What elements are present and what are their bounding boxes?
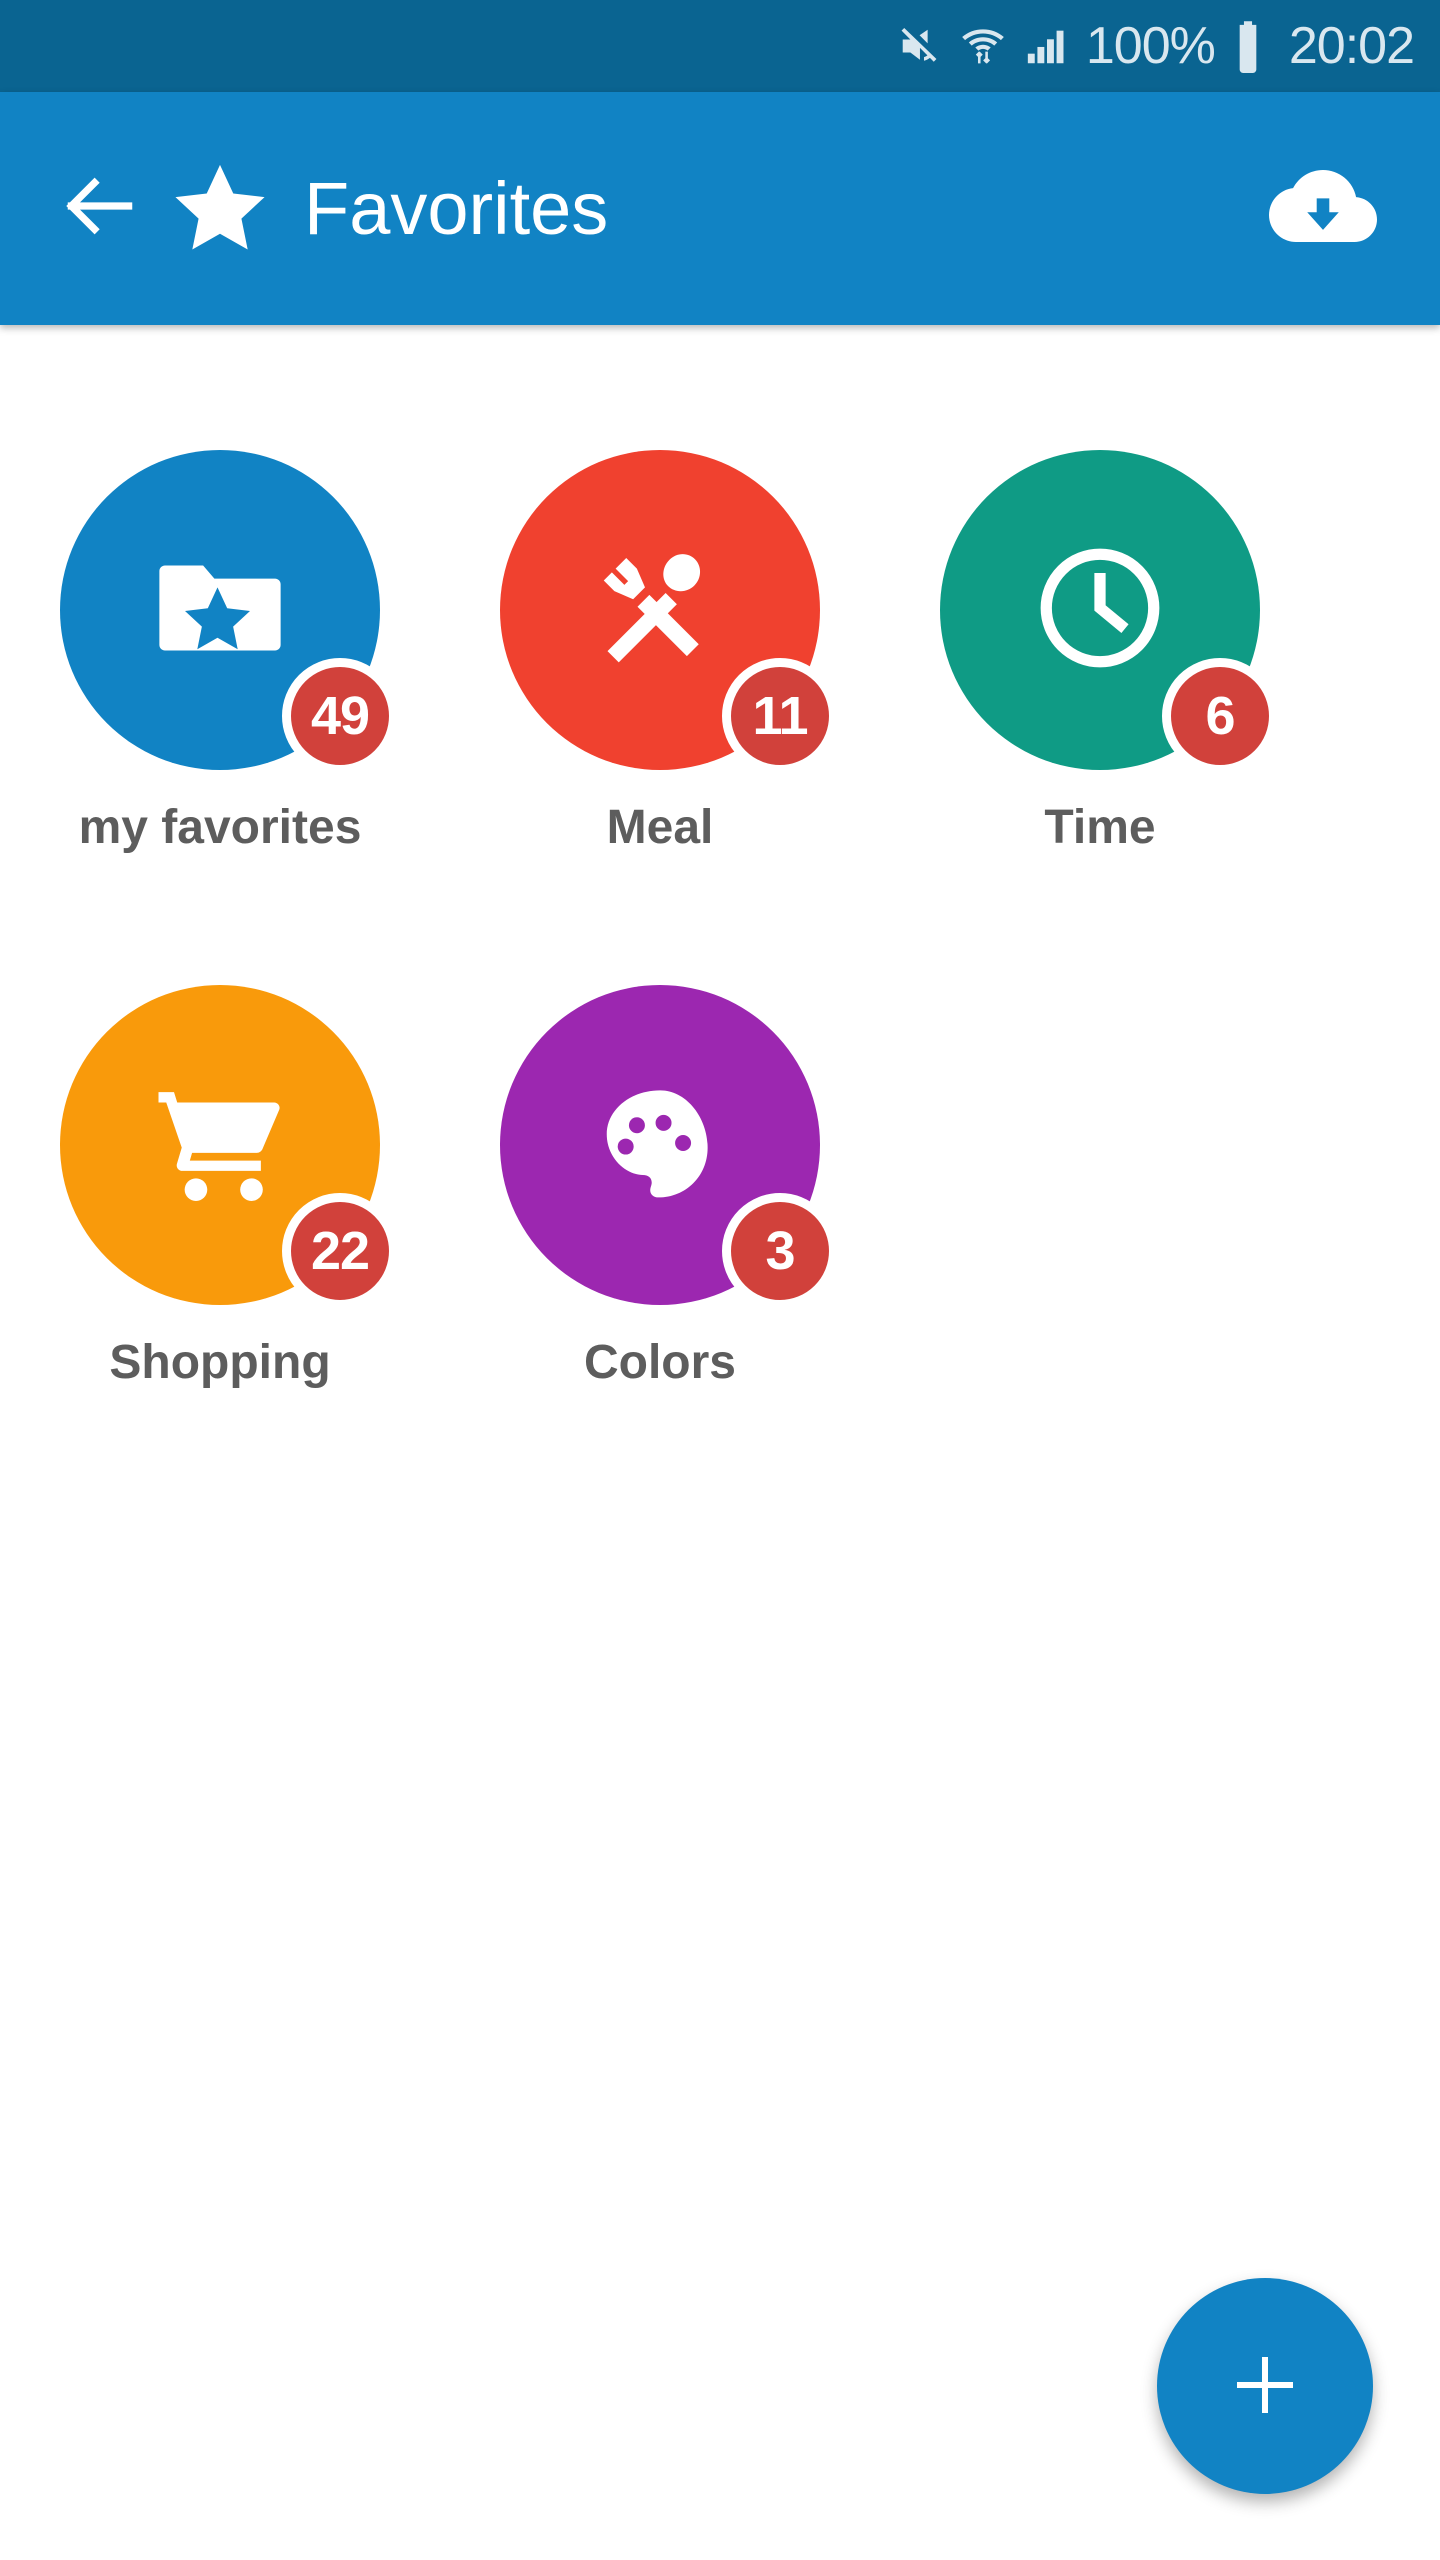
status-clock: 20:02	[1288, 17, 1415, 75]
icon-circle-wrapper: 22	[60, 985, 398, 1309]
app-screen: 100% 20:02 Favorites 49 my favorites 11 …	[0, 0, 1440, 2560]
grid-item-colors[interactable]: 3 Colors	[440, 975, 880, 1510]
grid-item-label: Meal	[606, 801, 714, 854]
favorites-grid: 49 my favorites 11 Meal 6 Time 22 Shoppi…	[0, 440, 1440, 1510]
icon-circle-wrapper: 49	[60, 450, 398, 774]
icon-circle-wrapper: 11	[500, 450, 838, 774]
cloud-download-button[interactable]	[1258, 144, 1388, 274]
page-title: Favorites	[304, 166, 609, 250]
badge-count: 22	[282, 1193, 398, 1309]
status-bar: 100% 20:02	[0, 0, 1440, 92]
add-button[interactable]	[1157, 2278, 1373, 2494]
grid-item-shopping[interactable]: 22 Shopping	[0, 975, 440, 1510]
badge-count: 11	[722, 658, 838, 774]
plus-icon	[1225, 2345, 1305, 2428]
badge-count: 49	[282, 658, 398, 774]
mute-icon	[896, 23, 942, 69]
folder-star-icon	[145, 533, 295, 688]
grid-item-label: Shopping	[109, 1336, 331, 1389]
badge-count: 3	[722, 1193, 838, 1309]
grid-item-time[interactable]: 6 Time	[880, 440, 1320, 975]
grid-item-my-favorites[interactable]: 49 my favorites	[0, 440, 440, 975]
shopping-cart-icon	[143, 1065, 298, 1225]
badge-count: 6	[1162, 658, 1278, 774]
battery-full-icon	[1233, 19, 1263, 73]
arrow-left-icon	[57, 163, 143, 254]
cloud-download-icon	[1269, 152, 1377, 265]
grid-item-label: Time	[1044, 801, 1156, 854]
back-button[interactable]	[40, 163, 160, 254]
star-icon	[166, 155, 274, 263]
grid-item-label: my favorites	[78, 801, 362, 854]
icon-circle-wrapper: 6	[940, 450, 1278, 774]
cellular-signal-icon	[1024, 23, 1070, 69]
cutlery-icon	[585, 533, 735, 688]
content-area: 49 my favorites 11 Meal 6 Time 22 Shoppi…	[0, 325, 1440, 2560]
wifi-transfer-icon	[958, 21, 1008, 71]
clock-icon	[1025, 533, 1175, 688]
grid-item-meal[interactable]: 11 Meal	[440, 440, 880, 975]
palette-icon	[589, 1072, 731, 1219]
battery-percent-label: 100%	[1085, 17, 1216, 75]
app-bar: Favorites	[0, 92, 1440, 325]
grid-item-label: Colors	[583, 1336, 736, 1389]
icon-circle-wrapper: 3	[500, 985, 838, 1309]
